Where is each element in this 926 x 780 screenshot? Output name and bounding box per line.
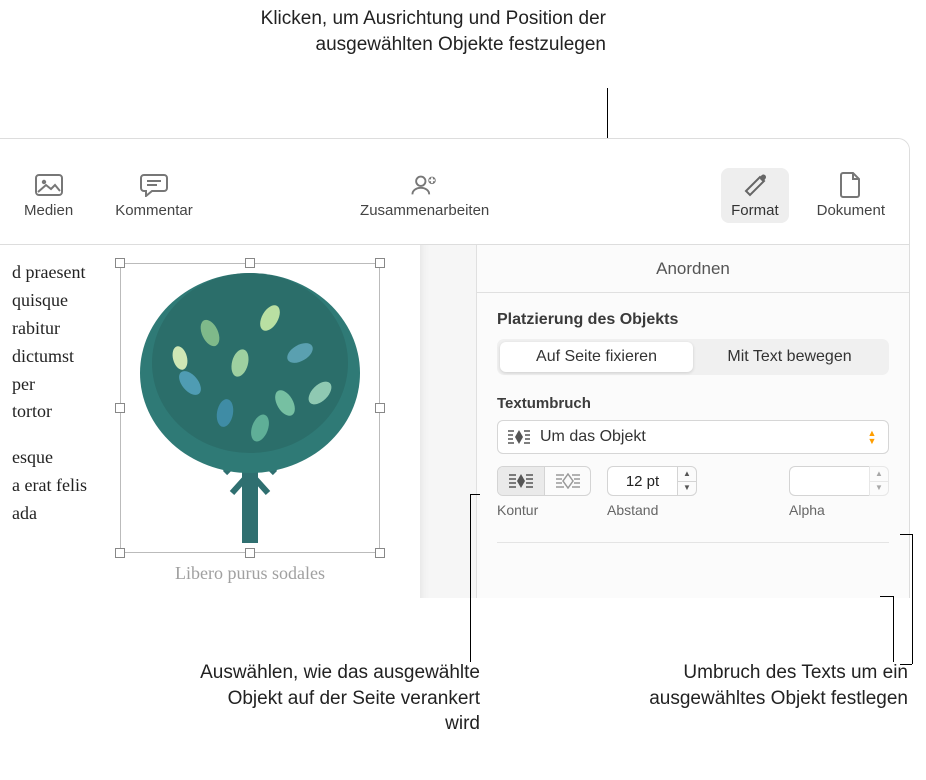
panel-divider xyxy=(497,542,889,543)
handle-top-mid[interactable] xyxy=(245,258,255,268)
callout-bottom-left: Auswählen, wie das ausgewählte Objekt au… xyxy=(190,660,480,737)
callout-line-left-tick xyxy=(470,494,480,495)
selection-box xyxy=(120,263,380,553)
handle-top-right[interactable] xyxy=(375,258,385,268)
tab-anordnen[interactable]: Anordnen xyxy=(656,259,730,279)
kontur-segmented xyxy=(497,466,591,496)
document-button[interactable]: Dokument xyxy=(807,168,895,223)
content-area: d praesent quisque rabitur dictumst per … xyxy=(0,245,909,598)
collaborate-button[interactable]: Zusammenarbeiten xyxy=(350,168,499,223)
wrap-row: Kontur ▲ ▼ Abstand xyxy=(497,466,889,518)
toolbar-right-group: Format Dokument xyxy=(721,168,895,223)
abstand-stepper: ▲ ▼ xyxy=(607,466,697,496)
alpha-label: Alpha xyxy=(789,502,889,518)
handle-mid-left[interactable] xyxy=(115,403,125,413)
inspector-content: Platzierung des Objekts Auf Seite fixier… xyxy=(477,293,909,561)
abstand-dec[interactable]: ▼ xyxy=(678,481,696,496)
seg-fix-on-page[interactable]: Auf Seite fixieren xyxy=(500,342,693,372)
callout-bracket-right-outer xyxy=(912,534,913,664)
document-canvas[interactable]: d praesent quisque rabitur dictumst per … xyxy=(0,245,477,598)
app-window: Medien Kommentar Zusammenarbeiten xyxy=(0,138,910,598)
format-button[interactable]: Format xyxy=(721,168,789,223)
document-label: Dokument xyxy=(817,202,885,219)
alpha-input[interactable] xyxy=(789,466,869,496)
comment-button[interactable]: Kommentar xyxy=(105,168,203,223)
image-caption[interactable]: Libero purus sodales xyxy=(120,563,380,584)
format-icon xyxy=(741,172,769,198)
comment-icon xyxy=(140,172,168,198)
media-label: Medien xyxy=(24,202,73,219)
collaborate-icon xyxy=(411,172,439,198)
comment-label: Kommentar xyxy=(115,202,193,219)
textwrap-select[interactable]: Um das Objekt ▲▼ xyxy=(497,420,889,454)
alpha-inc: ▲ xyxy=(870,467,888,481)
callout-top: Klicken, um Ausrichtung und Position der… xyxy=(236,6,606,57)
placement-segmented-control: Auf Seite fixieren Mit Text bewegen xyxy=(497,339,889,375)
callout-bottom-left-text: Auswählen, wie das ausgewählte Objekt au… xyxy=(200,662,480,734)
selected-object[interactable] xyxy=(120,263,380,553)
kontur-label: Kontur xyxy=(497,502,591,518)
inspector-panel: Anordnen Platzierung des Objekts Auf Sei… xyxy=(477,245,909,598)
handle-bottom-left[interactable] xyxy=(115,548,125,558)
collaborate-label: Zusammenarbeiten xyxy=(360,202,489,219)
abstand-inc[interactable]: ▲ xyxy=(678,467,696,481)
handle-bottom-right[interactable] xyxy=(375,548,385,558)
textwrap-title: Textumbruch xyxy=(497,395,889,412)
abstand-col: ▲ ▼ Abstand xyxy=(607,466,697,518)
media-button[interactable]: Medien xyxy=(14,168,83,223)
callout-top-text: Klicken, um Ausrichtung und Position der… xyxy=(261,8,606,55)
inspector-tab-bar: Anordnen xyxy=(477,245,909,293)
alpha-dec: ▼ xyxy=(870,481,888,496)
document-icon xyxy=(837,172,865,198)
callout-line-left xyxy=(470,494,471,662)
alpha-stepper: ▲ ▼ xyxy=(789,466,889,496)
select-arrows-icon: ▲▼ xyxy=(862,427,882,447)
kontur-col: Kontur xyxy=(497,466,591,518)
seg-move-with-text[interactable]: Mit Text bewegen xyxy=(693,342,886,372)
toolbar-left-group: Medien Kommentar xyxy=(14,168,203,223)
alpha-col: ▲ ▼ Alpha xyxy=(789,466,889,518)
wrap-around-icon xyxy=(508,429,530,445)
handle-top-left[interactable] xyxy=(115,258,125,268)
callout-bottom-right-text: Umbruch des Texts um ein ausgewähltes Ob… xyxy=(649,662,908,709)
placement-title: Platzierung des Objekts xyxy=(497,311,889,329)
abstand-label: Abstand xyxy=(607,502,697,518)
handle-mid-right[interactable] xyxy=(375,403,385,413)
textwrap-select-label: Um das Objekt xyxy=(540,428,862,446)
media-icon xyxy=(35,172,63,198)
alpha-stepper-btns: ▲ ▼ xyxy=(869,466,889,496)
toolbar: Medien Kommentar Zusammenarbeiten xyxy=(0,139,909,245)
callout-line-right-inner-tick xyxy=(880,596,893,597)
callout-line-right-inner xyxy=(893,596,894,662)
callout-bracket-right-top xyxy=(900,534,912,535)
callout-bottom-right: Umbruch des Texts um ein ausgewähltes Ob… xyxy=(628,660,908,711)
format-label: Format xyxy=(731,202,779,219)
abstand-input[interactable] xyxy=(607,466,677,496)
abstand-stepper-btns: ▲ ▼ xyxy=(677,466,697,496)
kontur-rect-btn[interactable] xyxy=(498,467,544,495)
toolbar-center-group: Zusammenarbeiten xyxy=(350,168,499,223)
handle-bottom-mid[interactable] xyxy=(245,548,255,558)
kontur-shape-btn[interactable] xyxy=(544,467,590,495)
